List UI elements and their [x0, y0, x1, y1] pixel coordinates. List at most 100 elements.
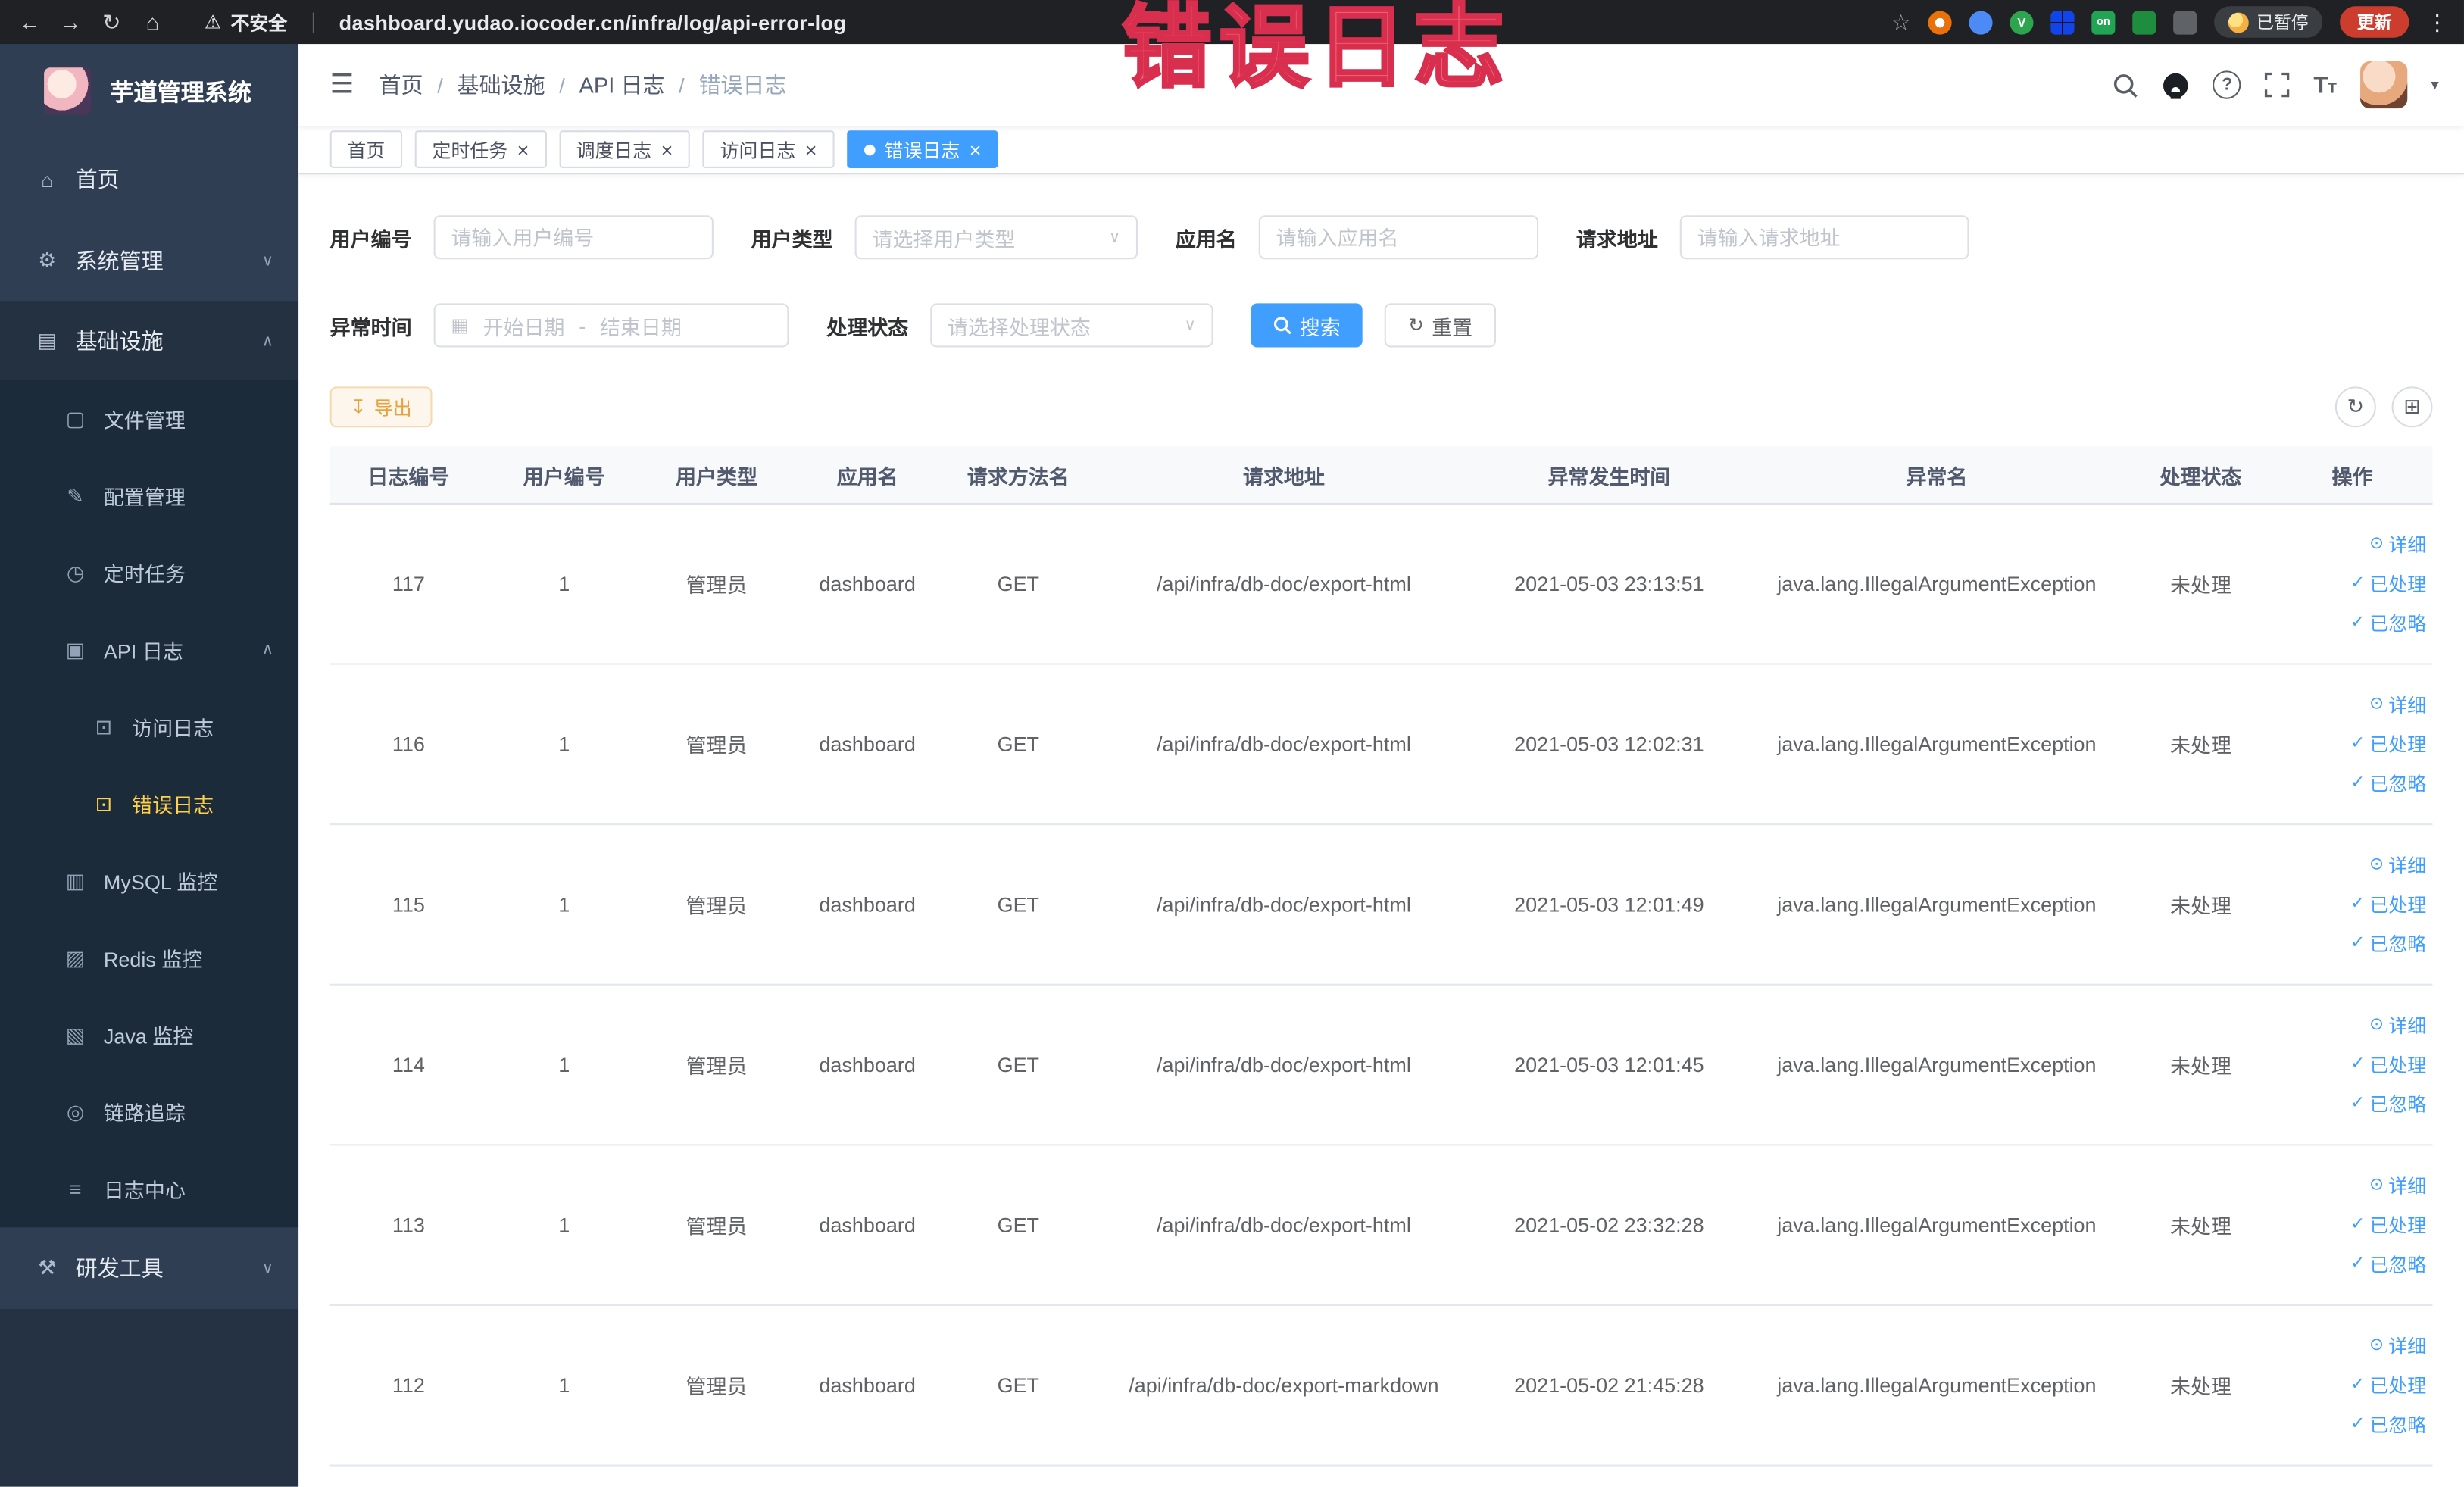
export-button[interactable]: ↧ 导出: [329, 386, 433, 428]
detail-link[interactable]: ⊙ 详细: [2369, 1173, 2426, 1199]
sidebar-item-java-monitor[interactable]: ▧ Java 监控: [0, 996, 299, 1073]
back-icon[interactable]: ←: [9, 0, 50, 44]
tab-label: 调度日志: [576, 139, 652, 161]
url-text[interactable]: dashboard.yudao.iocoder.cn/infra/log/api…: [339, 10, 847, 33]
ignored-link[interactable]: ✓ 已忽略: [2350, 1411, 2426, 1438]
sidebar-item-file-management[interactable]: ▢ 文件管理: [0, 380, 299, 458]
tab-error-log[interactable]: 错误日志 ×: [846, 130, 999, 168]
drop-extension-icon[interactable]: [1969, 10, 1993, 34]
reload-icon[interactable]: ↻: [91, 0, 132, 44]
check-icon: ✓: [2350, 1254, 2366, 1273]
search-icon[interactable]: [2113, 71, 2139, 98]
sidebar-item-scheduled-jobs[interactable]: ◷ 定时任务: [0, 534, 299, 612]
column-settings-button[interactable]: ⊞: [2391, 386, 2433, 428]
sidebar-item-system-management[interactable]: ⚙ 系统管理 ∨: [0, 220, 299, 302]
exception-time-label: 异常时间: [329, 314, 412, 339]
security-label[interactable]: 不安全: [230, 8, 287, 35]
column-header-app-name: 应用名: [836, 464, 898, 489]
ignored-link[interactable]: ✓ 已忽略: [2350, 610, 2426, 636]
filter-user-type: 用户类型 请选择用户类型 ∨: [751, 215, 1138, 260]
sidebar-item-dev-tools[interactable]: ⚒ 研发工具 ∨: [0, 1227, 299, 1310]
breadcrumb-api-logs[interactable]: API 日志: [579, 69, 664, 100]
cell-user-id: 1: [558, 732, 570, 756]
forward-icon[interactable]: →: [50, 0, 91, 44]
detail-link[interactable]: ⊙ 详细: [2369, 692, 2426, 718]
breadcrumb-infrastructure[interactable]: 基础设施: [457, 69, 545, 100]
lighthouse-extension-icon[interactable]: [1928, 10, 1952, 34]
ignored-link[interactable]: ✓ 已忽略: [2350, 930, 2426, 957]
status-select[interactable]: 请选择处理状态 ∨: [930, 303, 1213, 348]
detail-label: 详细: [2388, 1175, 2427, 1198]
extensions-puzzle-icon[interactable]: [2173, 10, 2197, 34]
tab-home[interactable]: 首页: [329, 130, 403, 168]
processed-link[interactable]: ✓ 已处理: [2350, 891, 2426, 917]
export-button-label: 导出: [373, 396, 412, 419]
user-id-input[interactable]: [433, 215, 714, 260]
sidebar-item-access-log[interactable]: ⊡ 访问日志: [0, 688, 299, 766]
sidebar-item-mysql-monitor[interactable]: ▥ MySQL 监控: [0, 842, 299, 920]
url-bar[interactable]: ⚠ 不安全 dashboard.yudao.iocoder.cn/infra/l…: [205, 8, 847, 35]
vue-devtools-icon[interactable]: V: [2010, 10, 2034, 34]
grid-extension-icon[interactable]: [2050, 10, 2075, 34]
breadcrumb-home[interactable]: 首页: [379, 69, 423, 100]
user-avatar[interactable]: [2359, 61, 2408, 109]
on-badge-extension-icon[interactable]: on: [2091, 10, 2116, 34]
app-logo[interactable]: 芋道管理系统: [0, 44, 299, 139]
help-icon[interactable]: ?: [2213, 70, 2241, 99]
browser-home-icon[interactable]: ⌂: [132, 0, 173, 44]
sidebar-item-home[interactable]: ⌂ 首页: [0, 138, 299, 220]
exception-time-range[interactable]: ▦ 开始日期 - 结束日期: [433, 303, 789, 348]
tab-close-icon[interactable]: ×: [517, 139, 529, 160]
request-url-input[interactable]: [1679, 215, 1969, 260]
table-tools: ↻ ⊞: [2334, 386, 2433, 428]
check-icon: ✓: [2350, 894, 2366, 914]
sprout-extension-icon[interactable]: [2132, 10, 2156, 34]
processed-label: 已处理: [2369, 1054, 2427, 1077]
processed-link[interactable]: ✓ 已处理: [2350, 570, 2426, 597]
processed-link[interactable]: ✓ 已处理: [2350, 731, 2426, 758]
bookmark-star-icon[interactable]: ☆: [1891, 8, 1911, 35]
processed-link[interactable]: ✓ 已处理: [2350, 1372, 2426, 1398]
sidebar-item-api-logs[interactable]: ▣ API 日志 ∧: [0, 611, 299, 689]
processed-link[interactable]: ✓ 已处理: [2350, 1051, 2426, 1078]
browser-menu-icon[interactable]: ⋮: [2426, 8, 2448, 35]
tab-schedule-log[interactable]: 调度日志 ×: [558, 130, 691, 168]
sidebar-item-label: Redis 监控: [103, 947, 203, 972]
tab-close-icon[interactable]: ×: [970, 139, 982, 160]
reset-button[interactable]: ↻ 重置: [1384, 303, 1497, 348]
sidebar-item-infrastructure[interactable]: ▤ 基础设施 ∧: [0, 301, 299, 381]
search-button[interactable]: 搜索: [1251, 303, 1363, 348]
font-size-icon[interactable]: T T: [2313, 73, 2336, 96]
refresh-button[interactable]: ↻: [2334, 386, 2376, 428]
ignored-link[interactable]: ✓ 已忽略: [2350, 1251, 2426, 1277]
browser-nav-buttons: ← → ↻ ⌂ ⚠ 不安全 dashboard.yudao.iocoder.cn…: [0, 0, 846, 44]
sidebar-item-config-management[interactable]: ✎ 配置管理: [0, 457, 299, 535]
sidebar-item-redis-monitor[interactable]: ▨ Redis 监控: [0, 919, 299, 997]
tab-close-icon[interactable]: ×: [805, 139, 817, 160]
tab-scheduled-jobs[interactable]: 定时任务 ×: [414, 130, 547, 168]
chrome-update-button[interactable]: 更新: [2340, 6, 2409, 38]
sidebar-item-tracing[interactable]: ◎ 链路追踪: [0, 1073, 299, 1151]
github-icon[interactable]: [2163, 71, 2189, 98]
sidebar-toggle-icon[interactable]: ☰: [330, 69, 354, 100]
avatar-caret-down-icon[interactable]: ▾: [2431, 77, 2438, 94]
ignored-link[interactable]: ✓ 已忽略: [2350, 770, 2426, 797]
detail-link[interactable]: ⊙ 详细: [2369, 1012, 2426, 1039]
processed-label: 已处理: [2369, 573, 2427, 596]
sidebar-item-error-log[interactable]: ⊡ 错误日志: [0, 765, 299, 842]
sidebar-item-log-center[interactable]: ≡ 日志中心: [0, 1150, 299, 1228]
paused-chip[interactable]: 已暂停: [2214, 6, 2323, 38]
tab-close-icon[interactable]: ×: [661, 139, 673, 160]
detail-link[interactable]: ⊙ 详细: [2369, 531, 2426, 558]
column-header-url: 请求地址: [1242, 464, 1325, 489]
filter-app-name: 应用名: [1176, 215, 1539, 260]
tab-access-log[interactable]: 访问日志 ×: [702, 130, 835, 168]
detail-link[interactable]: ⊙ 详细: [2369, 851, 2426, 878]
page-content: 用户编号 用户类型 请选择用户类型 ∨ 应用名 请求地址: [298, 215, 2464, 1467]
app-name-input[interactable]: [1258, 215, 1539, 260]
detail-link[interactable]: ⊙ 详细: [2369, 1332, 2426, 1359]
user-type-select[interactable]: 请选择用户类型 ∨: [854, 215, 1138, 260]
processed-link[interactable]: ✓ 已处理: [2350, 1212, 2426, 1239]
fullscreen-icon[interactable]: [2265, 72, 2290, 98]
ignored-link[interactable]: ✓ 已忽略: [2350, 1091, 2426, 1117]
